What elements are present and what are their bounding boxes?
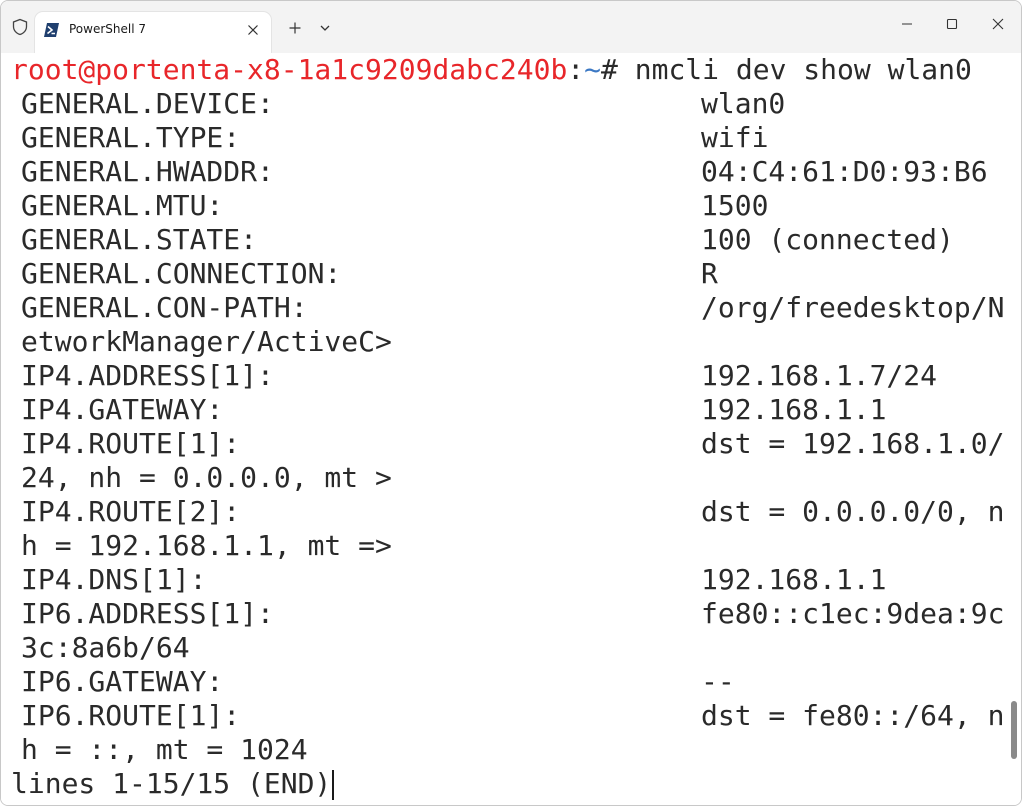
pager-status-text: lines 1-15/15 (END): [11, 767, 332, 800]
row-value: wlan0: [701, 87, 786, 120]
powershell-icon: [44, 23, 59, 37]
row-key: IP4.DNS[1]:: [21, 563, 207, 596]
output-row: GENERAL.CONNECTION: R: [11, 257, 1001, 291]
text-cursor: [332, 770, 335, 800]
close-window-icon[interactable]: [975, 1, 1021, 47]
maximize-icon[interactable]: [929, 1, 975, 47]
row-key: GENERAL.STATE:: [21, 223, 258, 256]
row-key: GENERAL.DEVICE:: [21, 87, 274, 120]
row-value: 192.168.1.7/24: [701, 359, 938, 392]
output-row: IP6.ADDRESS[1]: fe80::c1ec:9dea:9c: [11, 597, 1005, 631]
output-row: 24, nh = 0.0.0.0, mt >: [11, 461, 1001, 495]
row-key: IP6.ROUTE[1]:: [21, 699, 241, 732]
row-key: GENERAL.CONNECTION:: [21, 257, 342, 290]
row-value: 1500: [701, 189, 769, 222]
terminal-output[interactable]: root@portenta-x8-1a1c9209dabc240b:~# nmc…: [1, 53, 1009, 805]
output-row: h = ::, mt = 1024: [11, 733, 1001, 767]
row-value: dst = fe80::/64, n: [701, 699, 1005, 732]
output-row: IP4.ROUTE[1]: dst = 192.168.1.0/: [11, 427, 1005, 461]
minimize-icon[interactable]: [884, 1, 930, 47]
row-value: dst = 0.0.0.0/0, n: [701, 495, 1005, 528]
row-key: GENERAL.HWADDR:: [21, 155, 274, 188]
output-row: IP4.ADDRESS[1]: 192.168.1.7/24: [11, 359, 1001, 393]
output-row: GENERAL.TYPE: wifi: [11, 121, 1001, 155]
row-key: h = 192.168.1.1, mt =>: [21, 529, 392, 562]
row-value: fe80::c1ec:9dea:9c: [701, 597, 1005, 630]
shield-icon[interactable]: [11, 18, 29, 36]
prompt-line: root@portenta-x8-1a1c9209dabc240b:~# nmc…: [11, 53, 972, 87]
output-row: IP4.ROUTE[2]: dst = 0.0.0.0/0, n: [11, 495, 1005, 529]
row-key: IP4.GATEWAY:: [21, 393, 224, 426]
row-value: 192.168.1.1: [701, 563, 887, 596]
row-value: dst = 192.168.1.0/: [701, 427, 1005, 460]
row-value: 04:C4:61:D0:93:B6: [701, 155, 988, 188]
row-key: IP4.ROUTE[2]:: [21, 495, 241, 528]
command-text: nmcli dev show wlan0: [617, 53, 972, 86]
plus-icon[interactable]: [284, 17, 306, 39]
row-key: IP6.ADDRESS[1]:: [21, 597, 274, 630]
chevron-down-icon[interactable]: [314, 17, 336, 39]
prompt-user-host: root@portenta-x8-1a1c9209dabc240b: [11, 53, 568, 86]
row-value: /org/freedesktop/N: [701, 291, 1005, 324]
row-key: GENERAL.MTU:: [21, 189, 224, 222]
output-row: GENERAL.STATE: 100 (connected): [11, 223, 1001, 257]
output-row: GENERAL.CON-PATH: /org/freedesktop/N: [11, 291, 1005, 325]
row-key: IP4.ADDRESS[1]:: [21, 359, 274, 392]
output-row: IP6.ROUTE[1]: dst = fe80::/64, n: [11, 699, 1005, 733]
row-key: IP4.ROUTE[1]:: [21, 427, 241, 460]
row-key: GENERAL.TYPE:: [21, 121, 241, 154]
row-key: h = ::, mt = 1024: [21, 733, 308, 766]
output-row: etworkManager/ActiveC>: [11, 325, 1001, 359]
terminal-window: PowerShell 7 root@portenta-x8-1a1c9209da…: [0, 0, 1022, 806]
row-value: R: [701, 257, 718, 290]
title-bar[interactable]: PowerShell 7: [1, 1, 1021, 53]
tab-title: PowerShell 7: [69, 22, 147, 36]
prompt-path: ~: [584, 53, 602, 86]
prompt-symbol: #: [601, 53, 618, 86]
pager-status-line: lines 1-15/15 (END): [11, 767, 335, 801]
row-key: 3c:8a6b/64: [21, 631, 190, 664]
row-value: 100 (connected): [701, 223, 954, 256]
row-key: GENERAL.CON-PATH:: [21, 291, 308, 324]
output-row: 3c:8a6b/64: [11, 631, 1001, 665]
prompt-separator: :: [567, 53, 585, 86]
output-row: GENERAL.HWADDR: 04:C4:61:D0:93:B6: [11, 155, 1001, 189]
output-row: IP6.GATEWAY: --: [11, 665, 1001, 699]
output-row: GENERAL.DEVICE: wlan0: [11, 87, 1001, 121]
scrollbar-thumb[interactable]: [1011, 701, 1017, 759]
output-row: IP4.DNS[1]: 192.168.1.1: [11, 563, 1001, 597]
output-row: GENERAL.MTU: 1500: [11, 189, 1001, 223]
output-row: IP4.GATEWAY: 192.168.1.1: [11, 393, 1001, 427]
output-row: h = 192.168.1.1, mt =>: [11, 529, 1001, 563]
row-value: 192.168.1.1: [701, 393, 887, 426]
close-icon[interactable]: [241, 18, 265, 42]
row-key: etworkManager/ActiveC>: [21, 325, 392, 358]
row-value: wifi: [701, 121, 769, 154]
row-key: IP6.GATEWAY:: [21, 665, 224, 698]
tab-powershell[interactable]: PowerShell 7: [35, 12, 271, 53]
row-value: --: [701, 665, 735, 698]
row-key: 24, nh = 0.0.0.0, mt >: [21, 461, 392, 494]
scrollbar[interactable]: [1009, 53, 1021, 805]
